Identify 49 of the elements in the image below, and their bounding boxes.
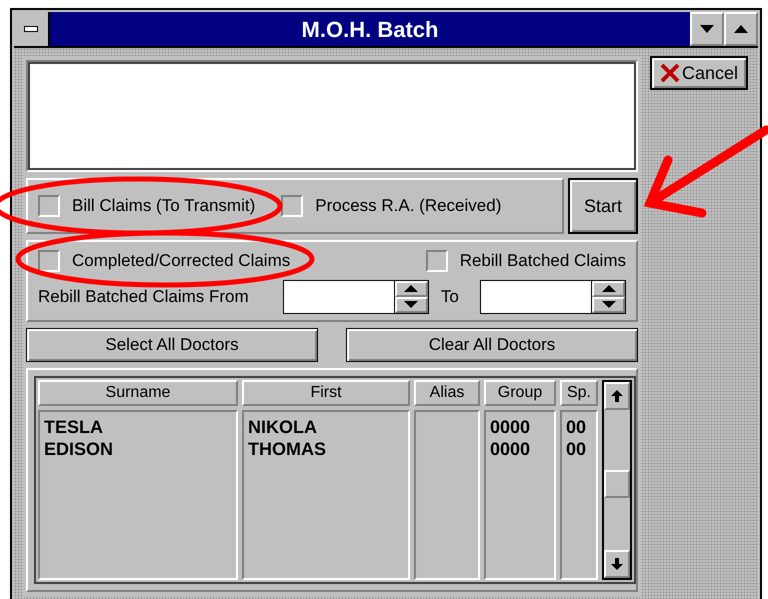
up-arrow-icon bbox=[611, 390, 623, 402]
checkbox-label: Bill Claims (To Transmit) bbox=[72, 195, 256, 218]
table-cell-text: TESLA bbox=[44, 416, 104, 438]
up-arrow-icon bbox=[602, 285, 616, 292]
up-arrow-icon bbox=[734, 25, 748, 33]
checkbox[interactable] bbox=[38, 195, 60, 217]
checkbox[interactable] bbox=[426, 250, 448, 272]
window-title: M.O.H. Batch bbox=[302, 16, 438, 44]
table-cell-text: THOMAS bbox=[248, 438, 327, 460]
table-cell-text: 00 bbox=[566, 416, 588, 438]
start-button[interactable]: Start bbox=[568, 178, 638, 234]
down-arrow-icon bbox=[700, 25, 714, 33]
spin-down-button[interactable] bbox=[394, 296, 428, 312]
up-arrow-icon bbox=[404, 285, 418, 292]
table-cell-text: 0000 bbox=[490, 416, 532, 438]
spin-down-button[interactable] bbox=[592, 296, 625, 312]
range-from-label: Rebill Batched Claims From bbox=[38, 286, 250, 308]
minus-icon bbox=[24, 26, 38, 32]
minimize-button[interactable] bbox=[690, 12, 724, 46]
spin-up-button[interactable] bbox=[592, 280, 625, 296]
down-arrow-icon bbox=[611, 558, 623, 570]
message-box[interactable] bbox=[28, 62, 636, 170]
column-header[interactable]: Sp. bbox=[560, 380, 598, 406]
cancel-button[interactable]: Cancel bbox=[650, 56, 748, 90]
column-header[interactable]: Alias bbox=[414, 380, 480, 406]
doctor-button[interactable]: Select All Doctors bbox=[26, 328, 318, 362]
checkbox[interactable] bbox=[281, 195, 304, 217]
spin-up-button[interactable] bbox=[394, 280, 428, 296]
scroll-thumb[interactable] bbox=[604, 470, 630, 498]
down-arrow-icon bbox=[602, 301, 616, 308]
column-header[interactable]: Surname bbox=[38, 380, 238, 406]
down-arrow-icon bbox=[404, 301, 418, 308]
spin-field[interactable] bbox=[480, 280, 626, 314]
cross-icon bbox=[660, 63, 680, 83]
table-cell-text: NIKOLA bbox=[248, 416, 318, 438]
column-header[interactable]: First bbox=[242, 380, 410, 406]
column-header[interactable]: Group bbox=[484, 380, 556, 406]
scrollbar[interactable] bbox=[602, 380, 632, 580]
table-cell-text: EDISON bbox=[44, 438, 114, 460]
checkbox-label: Completed/Corrected Claims bbox=[72, 250, 290, 272]
checkbox-label: Rebill Batched Claims bbox=[460, 250, 626, 272]
checkbox-label: Process R.A. (Received) bbox=[315, 195, 502, 218]
table-cell-text: 00 bbox=[566, 438, 588, 460]
table-cell-text: 0000 bbox=[490, 438, 532, 460]
maximize-button[interactable] bbox=[724, 12, 758, 46]
range-to-label: To bbox=[440, 286, 460, 308]
checkbox[interactable] bbox=[38, 250, 60, 272]
spin-field[interactable] bbox=[282, 280, 429, 314]
doctor-button[interactable]: Clear All Doctors bbox=[346, 328, 638, 362]
